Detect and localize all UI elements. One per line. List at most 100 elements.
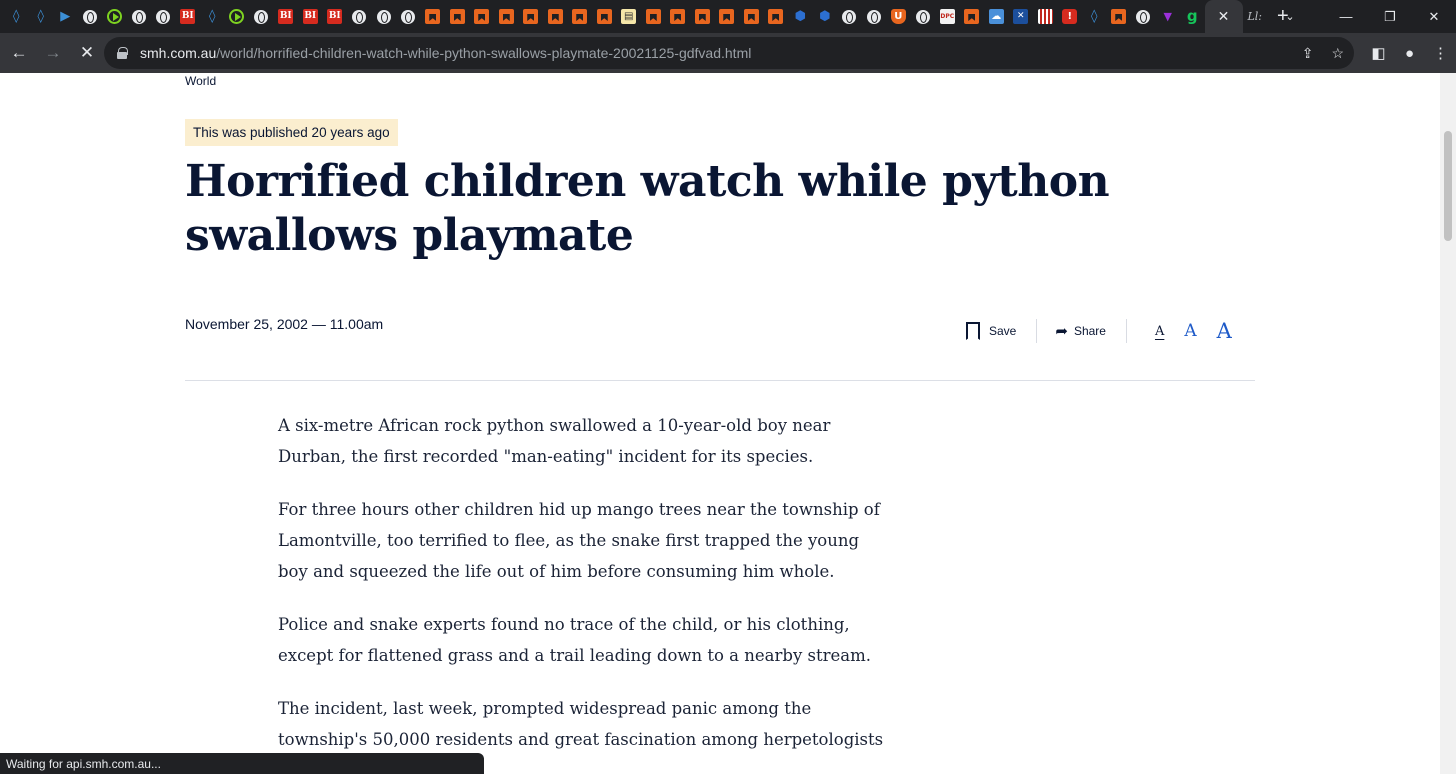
tab[interactable]: ▶: [53, 0, 78, 33]
tab[interactable]: [764, 0, 789, 33]
tab[interactable]: [862, 0, 887, 33]
tab[interactable]: BI: [298, 0, 323, 33]
tab-list: ◊ ◊ ▶ BI ◊ BI BI BI ▤ ⬢ ⬢ U DPC ☁ ✕! ◊ ▼ g: [0, 0, 1205, 33]
profile-icon[interactable]: ●: [1394, 45, 1425, 62]
tab[interactable]: [494, 0, 519, 33]
tab[interactable]: U: [886, 0, 911, 33]
stripes-icon: [1037, 9, 1053, 24]
active-tab[interactable]: ✕: [1204, 0, 1243, 33]
tab[interactable]: [715, 0, 740, 33]
font-size-large-button[interactable]: A: [1217, 319, 1232, 343]
article-paragraph: Police and snake experts found no trace …: [278, 615, 871, 665]
tab[interactable]: [102, 0, 127, 33]
note-icon: ▤: [621, 9, 637, 24]
globe-icon: [401, 9, 416, 24]
tab[interactable]: BI: [274, 0, 299, 33]
restore-icon[interactable]: ❐: [1368, 9, 1412, 25]
tab[interactable]: [739, 0, 764, 33]
divider: [1125, 319, 1127, 343]
globe-icon: [866, 9, 881, 24]
stop-icon[interactable]: ✕: [72, 38, 102, 68]
tab[interactable]: [127, 0, 152, 33]
save-button[interactable]: Save: [966, 322, 1016, 340]
globe-icon: [376, 9, 391, 24]
tab[interactable]: ▼: [1156, 0, 1181, 33]
forward-icon[interactable]: →: [38, 38, 68, 68]
tab[interactable]: [78, 0, 103, 33]
tab[interactable]: [445, 0, 470, 33]
bi-icon: BI: [327, 9, 343, 24]
tab[interactable]: [470, 0, 495, 33]
tab[interactable]: [1033, 0, 1058, 33]
tab[interactable]: [690, 0, 715, 33]
tab[interactable]: [1131, 0, 1156, 33]
tab[interactable]: [592, 0, 617, 33]
tab[interactable]: [543, 0, 568, 33]
url-text[interactable]: smh.com.au/world/horrified-children-watc…: [140, 45, 751, 61]
bookmark-icon: [719, 9, 735, 24]
tab[interactable]: BI: [176, 0, 201, 33]
tab[interactable]: [1107, 0, 1132, 33]
lock-icon[interactable]: [116, 47, 128, 59]
shield-icon: ◊: [37, 9, 44, 24]
section-label[interactable]: World: [185, 74, 216, 88]
bookmark-star-icon[interactable]: ☆: [1331, 45, 1344, 62]
tab[interactable]: [347, 0, 372, 33]
tab[interactable]: [960, 0, 985, 33]
close-tab-icon[interactable]: ✕: [1218, 8, 1230, 25]
tab[interactable]: [666, 0, 691, 33]
tab[interactable]: DPC: [935, 0, 960, 33]
tab[interactable]: ▤: [617, 0, 642, 33]
minimize-icon[interactable]: —: [1324, 9, 1368, 24]
tab[interactable]: [837, 0, 862, 33]
tab[interactable]: g: [1180, 0, 1205, 33]
tab[interactable]: [421, 0, 446, 33]
menu-icon[interactable]: ⋮: [1425, 44, 1456, 62]
dpc-icon: DPC: [939, 9, 955, 24]
bookmark-icon: [964, 9, 980, 24]
side-panel-icon[interactable]: ◧: [1363, 44, 1394, 62]
bookmark-icon: [645, 9, 661, 24]
address-bar[interactable]: smh.com.au/world/horrified-children-watc…: [104, 37, 1354, 69]
tab[interactable]: [911, 0, 936, 33]
globe-icon: [352, 9, 367, 24]
article-paragraph: A six-metre African rock python swallowe…: [278, 416, 831, 466]
share-page-icon[interactable]: ⇪: [1302, 45, 1314, 62]
tab-search-icon[interactable]: ⌄: [1270, 10, 1310, 23]
tab[interactable]: ◊: [1082, 0, 1107, 33]
tab[interactable]: [519, 0, 544, 33]
tab[interactable]: ⬢: [788, 0, 813, 33]
hexagon-icon: ⬢: [794, 9, 806, 24]
tab[interactable]: [225, 0, 250, 33]
window-close-icon[interactable]: ✕: [1412, 9, 1456, 25]
url-path: /world/horrified-children-watch-while-py…: [216, 45, 752, 61]
bi-icon: BI: [278, 9, 294, 24]
divider: [1036, 319, 1038, 343]
tab[interactable]: ⬢: [813, 0, 838, 33]
bookmark-icon: [670, 9, 686, 24]
window-controls: ⌄ — ❐ ✕: [1270, 0, 1456, 33]
tab[interactable]: ◊: [4, 0, 29, 33]
tab[interactable]: BI: [323, 0, 348, 33]
tab[interactable]: [396, 0, 421, 33]
tab[interactable]: ◊: [200, 0, 225, 33]
tab[interactable]: !: [1058, 0, 1083, 33]
tab[interactable]: [568, 0, 593, 33]
font-size-small-button[interactable]: A: [1155, 324, 1164, 339]
tab[interactable]: Ll:: [1243, 0, 1268, 33]
hexagon-icon: ⬢: [819, 9, 831, 24]
tab[interactable]: [641, 0, 666, 33]
scrollbar[interactable]: [1440, 73, 1456, 774]
back-icon[interactable]: ←: [4, 38, 34, 68]
share-button[interactable]: ➦ Share: [1055, 322, 1106, 340]
tab[interactable]: ☁: [984, 0, 1009, 33]
font-size-medium-button[interactable]: A: [1184, 321, 1196, 341]
scrollbar-thumb[interactable]: [1444, 131, 1452, 241]
tab[interactable]: ✕: [1009, 0, 1034, 33]
bi-icon: BI: [302, 9, 318, 24]
article-page: World This was published 20 years ago Ho…: [0, 73, 1440, 774]
tab[interactable]: [372, 0, 397, 33]
tab[interactable]: [151, 0, 176, 33]
tab[interactable]: [249, 0, 274, 33]
tab[interactable]: ◊: [29, 0, 54, 33]
